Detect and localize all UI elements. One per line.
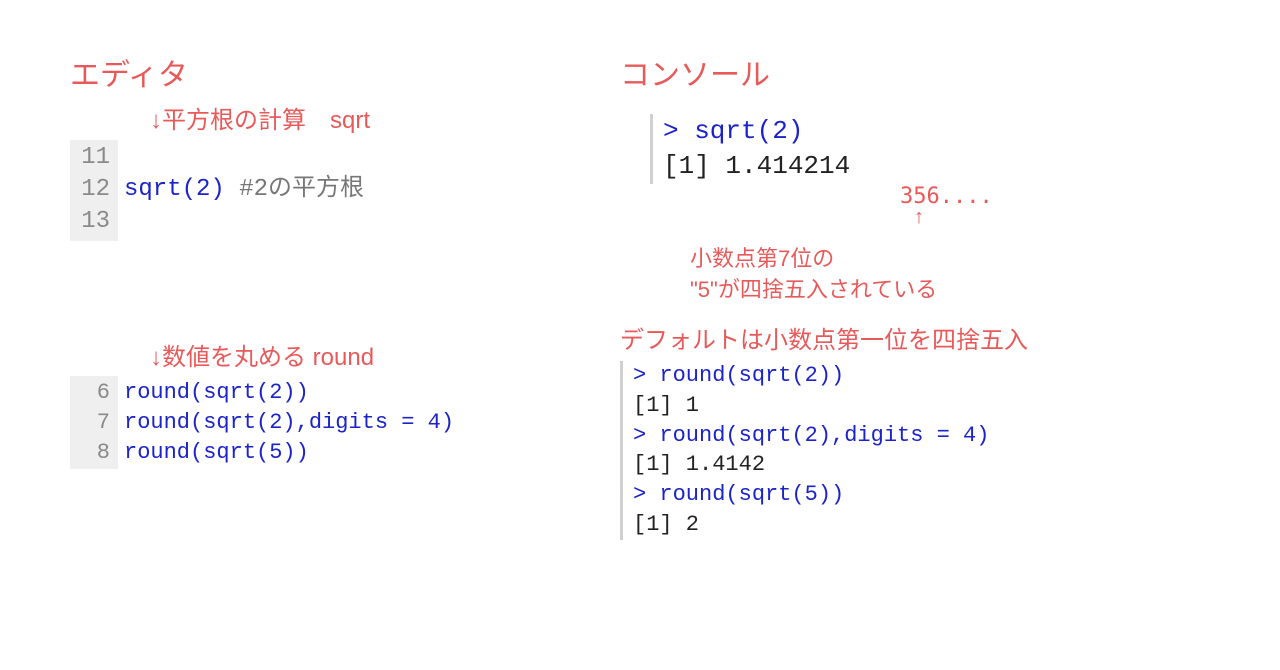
line-number: 12 [76, 174, 110, 206]
line-number: 6 [76, 378, 110, 408]
console-line: > round(sqrt(5)) [633, 480, 1220, 510]
editor-code-2: round(sqrt(2)) round(sqrt(2),digits = 4)… [118, 376, 460, 469]
annot-rounding-b: "5"が四捨五入されている [690, 275, 1220, 306]
console-block-sqrt: > sqrt(2) [1] 1.414214 [650, 114, 1220, 184]
annot-rounding-a: 小数点第7位の [690, 244, 1220, 275]
console-line: [1] 1.414214 [663, 149, 1220, 184]
editor-line [124, 142, 364, 174]
editor-gutter-2: 6 7 8 [70, 376, 118, 469]
editor-line: round(sqrt(2),digits = 4) [124, 408, 454, 438]
console-line: > round(sqrt(2),digits = 4) [633, 421, 1220, 451]
editor-block-sqrt: 11 12 13 sqrt(2) #2の平方根 [70, 140, 590, 241]
editor-line [124, 206, 364, 238]
line-number: 13 [76, 206, 110, 238]
truncation-value: 356.... [900, 184, 1220, 209]
console-heading: コンソール [620, 50, 1220, 94]
line-number: 8 [76, 438, 110, 468]
editor-line: sqrt(2) #2の平方根 [124, 174, 364, 206]
console-line: > round(sqrt(2)) [633, 361, 1220, 391]
line-number: 11 [76, 142, 110, 174]
console-block-round: > round(sqrt(2)) [1] 1 > round(sqrt(2),d… [620, 361, 1220, 539]
console-line: [1] 1.4142 [633, 450, 1220, 480]
console-line: [1] 2 [633, 510, 1220, 540]
editor-line: round(sqrt(2)) [124, 378, 454, 408]
console-line: [1] 1 [633, 391, 1220, 421]
editor-code-1: sqrt(2) #2の平方根 [118, 140, 370, 241]
editor-column: エディタ ↓平方根の計算 sqrt 11 12 13 sqrt(2) #2の平方… [70, 50, 590, 477]
annot-default-round: デフォルトは小数点第一位を四捨五入 [620, 324, 1220, 358]
truncation-note: 356.... ↑ [900, 184, 1220, 244]
annot-sqrt: ↓平方根の計算 sqrt [150, 104, 590, 138]
editor-line: round(sqrt(5)) [124, 438, 454, 468]
editor-heading: エディタ [70, 50, 590, 94]
up-arrow-icon: ↑ [914, 209, 1220, 225]
annot-round: ↓数値を丸める round [150, 341, 590, 375]
line-number: 7 [76, 408, 110, 438]
editor-block-round: 6 7 8 round(sqrt(2)) round(sqrt(2),digit… [70, 376, 590, 469]
page-root: エディタ ↓平方根の計算 sqrt 11 12 13 sqrt(2) #2の平方… [0, 0, 1280, 670]
console-column: コンソール > sqrt(2) [1] 1.414214 356.... ↑ 小… [620, 50, 1220, 544]
console-line: > sqrt(2) [663, 114, 1220, 149]
editor-gutter-1: 11 12 13 [70, 140, 118, 241]
